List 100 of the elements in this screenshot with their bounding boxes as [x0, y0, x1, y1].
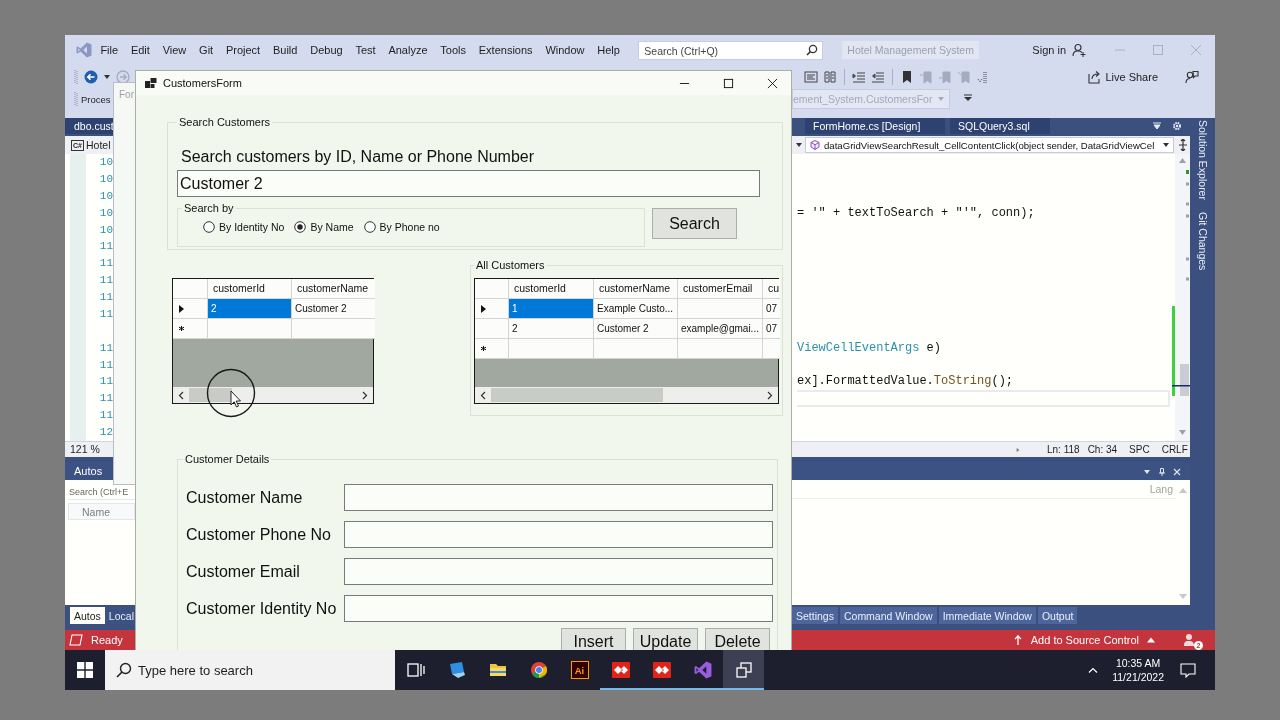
add-person-icon[interactable] — [1072, 43, 1086, 57]
menu-item[interactable]: View — [156, 42, 193, 58]
line-number: 12 — [99, 426, 113, 438]
bookmark-icon[interactable] — [900, 69, 914, 84]
split-icon[interactable] — [1177, 139, 1189, 151]
panel-tab[interactable]: Settings — [792, 607, 838, 624]
table-cell: Example Custo... — [594, 299, 678, 319]
menu-item[interactable]: Analyze — [382, 42, 434, 58]
caret-down-icon[interactable] — [104, 74, 110, 79]
maximize-icon[interactable] — [723, 77, 734, 89]
search-field[interactable]: Search (Ctrl+Q) — [638, 41, 824, 60]
side-tab[interactable]: Git Changes — [1196, 209, 1209, 273]
menu-item[interactable]: Tools — [433, 42, 473, 58]
line-ending[interactable]: CRLF — [1161, 444, 1188, 455]
action-button[interactable]: Insert — [561, 628, 626, 650]
document-tab[interactable]: FormHome.cs [Design] — [805, 118, 945, 134]
panel-tab[interactable]: Autos — [70, 607, 105, 624]
radio-button[interactable]: By Identity No — [203, 221, 285, 233]
outdent-icon[interactable] — [871, 69, 885, 84]
column-header[interactable]: customerId — [509, 279, 594, 299]
horizontal-scrollbar[interactable] — [475, 387, 778, 403]
menu-item[interactable]: Build — [266, 42, 304, 58]
panel-tab[interactable]: Output — [1037, 607, 1078, 624]
horizontal-scrollbar[interactable] — [173, 387, 373, 403]
search-icon — [806, 44, 819, 56]
menu-item[interactable]: Window — [539, 42, 591, 58]
document-tab[interactable]: SQLQuery3.sql — [950, 118, 1050, 134]
menu-item[interactable]: Extensions — [472, 42, 539, 58]
text-field[interactable] — [344, 521, 773, 548]
search-field[interactable]: Type here to search — [105, 650, 395, 690]
project-dropdown[interactable]: Hotel — [85, 139, 111, 151]
menu-item[interactable]: Git — [192, 42, 220, 58]
action-button[interactable]: Delete — [705, 628, 770, 650]
menu-item[interactable]: Help — [590, 42, 627, 58]
task-view-icon — [406, 661, 425, 679]
clock-time[interactable]: 10:35 AM — [1115, 656, 1161, 670]
column-header[interactable]: cu — [763, 279, 780, 299]
diamond-app-icon — [652, 661, 671, 679]
radio-button[interactable]: By Phone no — [363, 221, 440, 233]
chevron-left-icon[interactable] — [178, 390, 184, 400]
overflow-icon[interactable] — [963, 94, 974, 104]
window-title: CustomersForm — [163, 77, 242, 89]
menu-item[interactable]: Project — [219, 42, 267, 58]
panel-tab[interactable]: Command Window — [839, 607, 937, 624]
source-control-button[interactable]: Add to Source Control — [1028, 634, 1141, 646]
field-label: Customer Identity No — [186, 599, 338, 618]
caret-up-icon[interactable] — [1147, 636, 1155, 644]
text-field[interactable] — [344, 595, 773, 622]
tab-list-icon[interactable] — [1153, 122, 1161, 130]
line-number: 11 — [99, 291, 113, 303]
action-button[interactable]: Update — [633, 628, 698, 650]
column-header[interactable]: customerEmail — [678, 279, 763, 299]
zoom-level[interactable]: 121 % — [70, 443, 100, 455]
pin-icon[interactable] — [1158, 467, 1166, 476]
column-header[interactable]: Name — [68, 503, 135, 520]
vertical-scrollbar[interactable] — [1172, 154, 1190, 441]
chevron-right-icon[interactable] — [362, 390, 368, 400]
row-header[interactable] — [475, 299, 509, 319]
text-field[interactable] — [344, 484, 773, 511]
column-header[interactable]: customerId — [208, 279, 292, 299]
side-tab[interactable]: Solution Explorer — [1196, 118, 1209, 202]
settings-icon[interactable] — [1172, 121, 1182, 131]
search-field[interactable]: Customer 2 — [177, 170, 760, 197]
scroll-right-icon[interactable] — [1015, 447, 1021, 452]
scrollbar-thumb[interactable] — [189, 388, 232, 402]
close-icon[interactable] — [767, 77, 778, 89]
sign-in-button[interactable]: Sign in — [1032, 44, 1072, 56]
member-dropdown[interactable]: dataGridViewSearchResult_CellContentClick(object sender, DataGridViewCel — [805, 137, 1174, 153]
chevron-left-icon[interactable] — [480, 390, 486, 400]
scrollbar-thumb[interactable] — [491, 388, 663, 402]
caret-down-icon[interactable] — [796, 143, 802, 147]
app-tile: Ai — [570, 661, 589, 679]
columns-icon[interactable] — [823, 69, 837, 84]
menu-item[interactable]: File — [94, 42, 125, 58]
grip-icon[interactable] — [74, 91, 78, 107]
search-field[interactable]: Search (Ctrl+E — [68, 485, 135, 500]
indent-mode[interactable]: SPC — [1129, 444, 1150, 455]
live-share-button[interactable]: Live Share — [1087, 69, 1158, 84]
chevron-right-icon[interactable] — [767, 390, 773, 400]
line-number: 10 — [99, 189, 113, 202]
document-tab[interactable]: dbo.cust — [65, 118, 113, 134]
clock-date[interactable]: 11/21/2022 — [1112, 670, 1164, 684]
menu-item[interactable]: Edit — [124, 42, 157, 58]
grip-icon[interactable] — [74, 68, 78, 85]
taskbar-button[interactable]: Ai — [559, 650, 600, 690]
radio-button[interactable]: By Name — [294, 221, 354, 233]
feedback-icon[interactable] — [1185, 69, 1199, 84]
search-button[interactable]: Search — [652, 208, 737, 239]
indent-icon[interactable] — [852, 69, 866, 84]
caret-down-icon[interactable] — [1143, 467, 1151, 476]
column-header[interactable]: customerName — [292, 279, 375, 299]
notification-icon[interactable] — [1180, 662, 1196, 678]
text-field[interactable] — [344, 558, 773, 585]
row-header[interactable] — [173, 299, 208, 319]
back-icon[interactable] — [84, 69, 98, 84]
chevron-up-icon[interactable] — [1088, 667, 1099, 673]
panel-tab[interactable]: Immediate Window — [938, 607, 1036, 624]
menu-item[interactable]: Debug — [303, 42, 350, 58]
menu-item[interactable]: Test — [349, 42, 382, 58]
column-header[interactable]: customerName — [594, 279, 678, 299]
